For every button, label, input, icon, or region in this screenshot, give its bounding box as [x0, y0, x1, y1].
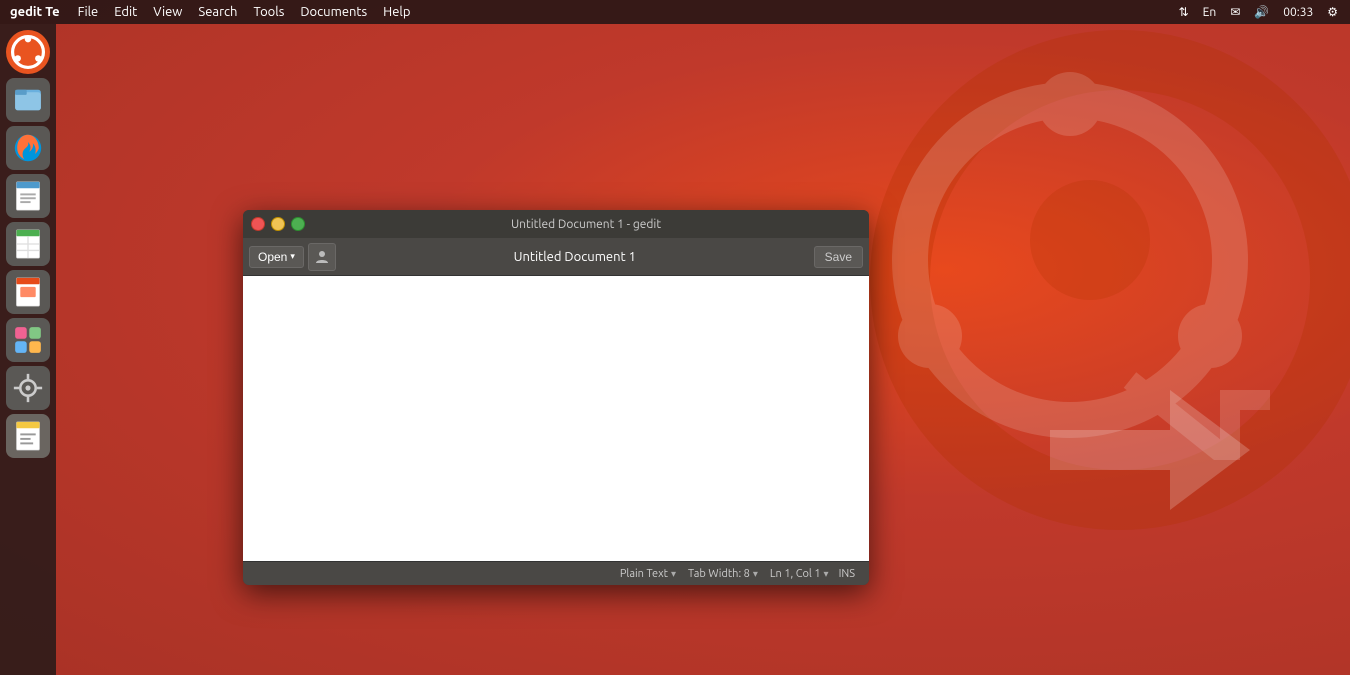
status-bar: Plain Text ▾ Tab Width: 8 ▾ Ln 1, Col 1 … [243, 561, 869, 585]
contact-icon-button[interactable] [308, 243, 336, 271]
cursor-position-status[interactable]: Ln 1, Col 1 ▾ [764, 568, 835, 580]
plain-text-dropdown-icon: ▾ [671, 568, 676, 580]
menu-help[interactable]: Help [375, 0, 418, 24]
top-bar-right: ⇅ En ✉ 🔊 00:33 ⚙ [1175, 5, 1350, 19]
sidebar-item-system-tools[interactable] [6, 366, 50, 410]
sidebar-item-software[interactable] [6, 318, 50, 362]
sidebar-item-files[interactable] [6, 78, 50, 122]
sidebar-item-lo-calc[interactable] [6, 222, 50, 266]
position-dropdown-icon: ▾ [824, 568, 829, 580]
window-minimize-button[interactable] [271, 217, 285, 231]
sidebar-item-gedit[interactable] [6, 414, 50, 458]
sidebar [0, 24, 56, 675]
sidebar-item-ubuntu[interactable] [6, 30, 50, 74]
plain-text-status[interactable]: Plain Text ▾ [614, 568, 682, 580]
system-settings-icon[interactable]: ⚙ [1323, 5, 1342, 19]
clock[interactable]: 00:33 [1279, 6, 1317, 19]
open-button-label: Open [258, 250, 287, 264]
app-name-label: gedit Te [0, 5, 70, 19]
menu-documents[interactable]: Documents [292, 0, 375, 24]
gedit-window: Untitled Document 1 - gedit Open ▾ Untit… [243, 210, 869, 585]
top-bar: gedit Te File Edit View Search Tools Doc… [0, 0, 1350, 24]
window-toolbar: Open ▾ Untitled Document 1 Save [243, 238, 869, 276]
document-title: Untitled Document 1 [340, 250, 810, 264]
open-button[interactable]: Open ▾ [249, 246, 304, 268]
tab-width-dropdown-icon: ▾ [753, 568, 758, 580]
save-button[interactable]: Save [814, 246, 863, 268]
network-icon[interactable]: ⇅ [1175, 5, 1193, 19]
tab-width-label: Tab Width: 8 [688, 568, 750, 580]
menu-edit[interactable]: Edit [106, 0, 145, 24]
editor-area[interactable] [243, 276, 869, 561]
desktop-arrow-decoration [1050, 350, 1250, 550]
window-titlebar: Untitled Document 1 - gedit [243, 210, 869, 238]
plain-text-label: Plain Text [620, 568, 668, 580]
window-title: Untitled Document 1 - gedit [311, 218, 861, 231]
sidebar-item-lo-impress[interactable] [6, 270, 50, 314]
menu-search[interactable]: Search [190, 0, 245, 24]
editor-textarea[interactable] [243, 276, 869, 561]
volume-icon[interactable]: 🔊 [1250, 5, 1273, 19]
window-maximize-button[interactable] [291, 217, 305, 231]
sidebar-item-lo-writer[interactable] [6, 174, 50, 218]
menu-tools[interactable]: Tools [245, 0, 292, 24]
top-bar-left: gedit Te File Edit View Search Tools Doc… [0, 0, 1175, 24]
insert-mode-label: INS [835, 568, 859, 580]
sidebar-item-firefox[interactable] [6, 126, 50, 170]
tab-width-status[interactable]: Tab Width: 8 ▾ [682, 568, 764, 580]
menu-view[interactable]: View [145, 0, 190, 24]
mail-icon[interactable]: ✉ [1226, 5, 1244, 19]
window-close-button[interactable] [251, 217, 265, 231]
open-dropdown-arrow-icon: ▾ [290, 251, 295, 262]
language-indicator[interactable]: En [1199, 6, 1221, 19]
cursor-position-label: Ln 1, Col 1 [770, 568, 821, 580]
menu-file[interactable]: File [70, 0, 107, 24]
